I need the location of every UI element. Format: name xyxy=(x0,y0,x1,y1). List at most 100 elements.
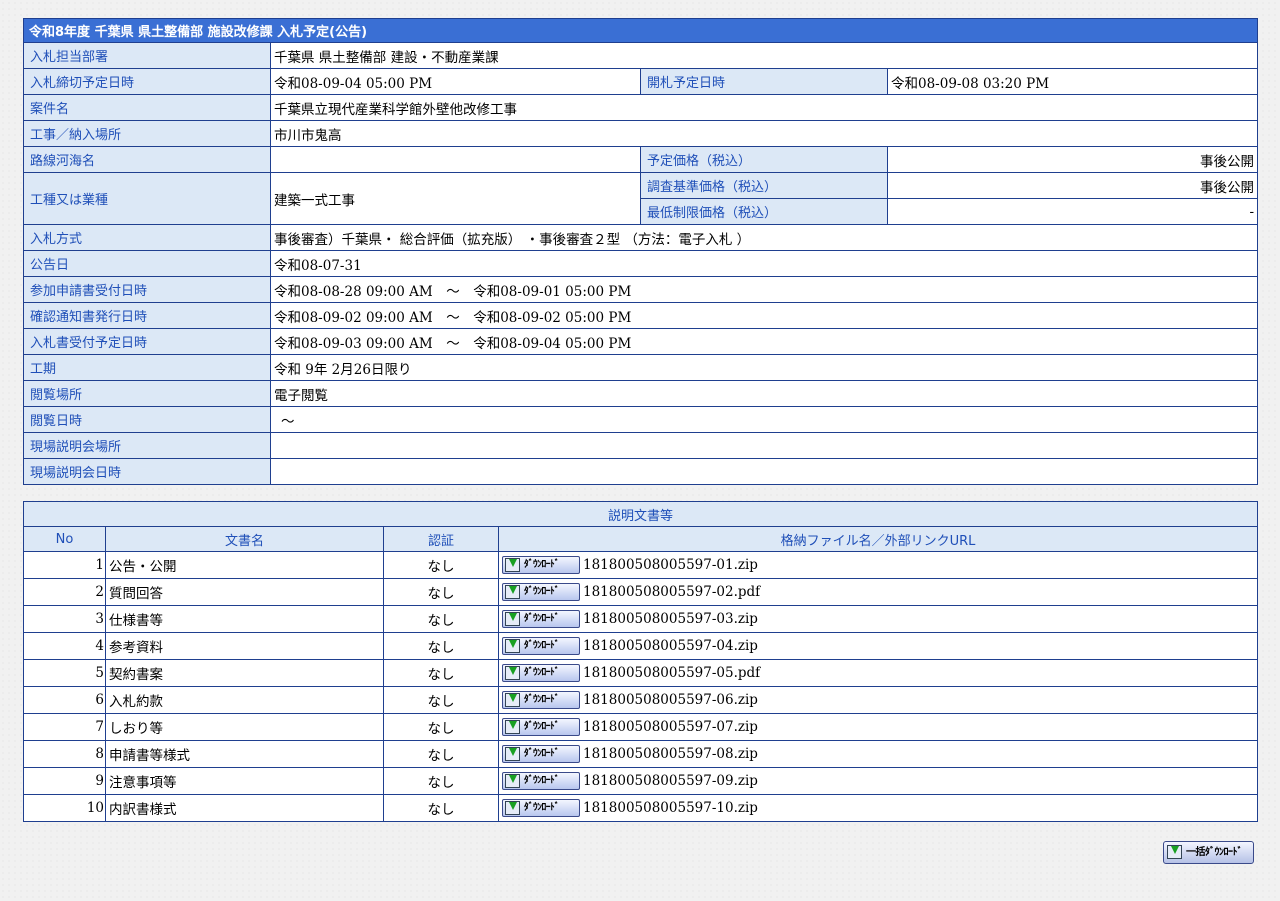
value-method: 事後審査）千葉県・ 総合評価（拡充版） ・事後審査２型 （方法：電子入札 ） xyxy=(269,224,1259,251)
download-arrow-icon xyxy=(505,558,520,572)
value-route xyxy=(270,146,641,173)
row-file-cell: ﾀﾞｳﾝﾛｰﾄﾞ 181800508005597-06.zip xyxy=(497,686,1259,714)
download-button[interactable]: ﾀﾞｳﾝﾛｰﾄﾞ xyxy=(502,664,580,682)
file-name: 181800508005597-10.zip xyxy=(583,800,758,816)
row-auth: なし xyxy=(383,551,499,579)
download-label: ﾀﾞｳﾝﾛｰﾄﾞ xyxy=(524,667,560,678)
table-row: 3 仕様書等 なし ﾀﾞｳﾝﾛｰﾄﾞ 181800508005597-03.zip xyxy=(23,605,1259,633)
value-briefing-time xyxy=(269,458,1259,485)
download-label: ﾀﾞｳﾝﾛｰﾄﾞ xyxy=(524,586,560,597)
download-button[interactable]: ﾀﾞｳﾝﾛｰﾄﾞ xyxy=(502,799,580,817)
download-label: ﾀﾞｳﾝﾛｰﾄﾞ xyxy=(524,775,560,786)
row-no: 4 xyxy=(23,632,106,660)
label-min-price: 最低制限価格（税込） xyxy=(640,198,888,225)
row-doc-name: 質問回答 xyxy=(105,578,384,606)
row-no: 6 xyxy=(23,686,106,714)
row-auth: なし xyxy=(383,794,499,822)
column-header-no: No xyxy=(23,526,106,552)
download-arrow-icon xyxy=(505,720,520,734)
row-doc-name: 申請書等様式 xyxy=(105,740,384,768)
row-auth: なし xyxy=(383,686,499,714)
download-button[interactable]: ﾀﾞｳﾝﾛｰﾄﾞ xyxy=(502,583,580,601)
bulk-download-button[interactable]: 一括ﾀﾞｳﾝﾛｰﾄﾞ xyxy=(1163,841,1254,864)
download-button[interactable]: ﾀﾞｳﾝﾛｰﾄﾞ xyxy=(502,772,580,790)
file-name: 181800508005597-02.pdf xyxy=(583,584,761,600)
file-name: 181800508005597-06.zip xyxy=(583,692,758,708)
download-label: ﾀﾞｳﾝﾛｰﾄﾞ xyxy=(524,748,560,759)
label-work-period: 工期 xyxy=(23,354,271,381)
label-route: 路線河海名 xyxy=(23,146,271,173)
row-doc-name: しおり等 xyxy=(105,713,384,741)
row-no: 7 xyxy=(23,713,106,741)
download-arrow-icon xyxy=(505,693,520,707)
label-view-time: 閲覧日時 xyxy=(23,406,271,433)
row-auth: なし xyxy=(383,578,499,606)
download-label: ﾀﾞｳﾝﾛｰﾄﾞ xyxy=(524,613,560,624)
label-location: 工事／納入場所 xyxy=(23,120,271,147)
file-name: 181800508005597-04.zip xyxy=(583,638,758,654)
row-doc-name: 参考資料 xyxy=(105,632,384,660)
download-arrow-icon xyxy=(1167,845,1182,859)
row-file-cell: ﾀﾞｳﾝﾛｰﾄﾞ 181800508005597-02.pdf xyxy=(497,578,1259,606)
value-work-period: 令和 9年 2月26日限り xyxy=(269,354,1259,381)
row-auth: なし xyxy=(383,740,499,768)
row-doc-name: 仕様書等 xyxy=(105,605,384,633)
row-file-cell: ﾀﾞｳﾝﾛｰﾄﾞ 181800508005597-05.pdf xyxy=(497,659,1259,687)
row-no: 9 xyxy=(23,767,106,795)
label-dept: 入札担当部署 xyxy=(23,42,271,69)
download-button[interactable]: ﾀﾞｳﾝﾛｰﾄﾞ xyxy=(502,718,580,736)
file-name: 181800508005597-01.zip xyxy=(583,557,758,573)
value-location: 市川市鬼高 xyxy=(269,120,1259,147)
download-arrow-icon xyxy=(505,639,520,653)
label-confirm-period: 確認通知書発行日時 xyxy=(23,302,271,329)
table-row: 2 質問回答 なし ﾀﾞｳﾝﾛｰﾄﾞ 181800508005597-02.pdf xyxy=(23,578,1259,606)
download-arrow-icon xyxy=(505,612,520,626)
file-name: 181800508005597-05.pdf xyxy=(583,665,761,681)
label-view-place: 閲覧場所 xyxy=(23,380,271,407)
value-planned-price: 事後公開 xyxy=(886,146,1259,173)
download-button[interactable]: ﾀﾞｳﾝﾛｰﾄﾞ xyxy=(502,610,580,628)
row-doc-name: 入札約款 xyxy=(105,686,384,714)
row-file-cell: ﾀﾞｳﾝﾛｰﾄﾞ 181800508005597-10.zip xyxy=(497,794,1259,822)
table-row: 7 しおり等 なし ﾀﾞｳﾝﾛｰﾄﾞ 181800508005597-07.zip xyxy=(23,713,1259,741)
table-row: 10 内訳書様式 なし ﾀﾞｳﾝﾛｰﾄﾞ 181800508005597-10.zip xyxy=(23,794,1259,822)
value-view-place: 電子閲覧 xyxy=(269,380,1259,407)
label-method: 入札方式 xyxy=(23,224,271,251)
value-view-time: ～ xyxy=(269,406,1259,433)
row-file-cell: ﾀﾞｳﾝﾛｰﾄﾞ 181800508005597-01.zip xyxy=(497,551,1259,579)
row-file-cell: ﾀﾞｳﾝﾛｰﾄﾞ 181800508005597-04.zip xyxy=(497,632,1259,660)
label-planned-price: 予定価格（税込） xyxy=(640,146,888,173)
download-button[interactable]: ﾀﾞｳﾝﾛｰﾄﾞ xyxy=(502,556,580,574)
row-file-cell: ﾀﾞｳﾝﾛｰﾄﾞ 181800508005597-03.zip xyxy=(497,605,1259,633)
download-arrow-icon xyxy=(505,747,520,761)
download-button[interactable]: ﾀﾞｳﾝﾛｰﾄﾞ xyxy=(502,637,580,655)
label-survey-price: 調査基準価格（税込） xyxy=(640,172,888,199)
file-name: 181800508005597-03.zip xyxy=(583,611,758,627)
value-bid-period: 令和08-09-03 09:00 AM ～ 令和08-09-04 05:00 P… xyxy=(269,328,1259,355)
download-button[interactable]: ﾀﾞｳﾝﾛｰﾄﾞ xyxy=(502,691,580,709)
value-briefing-place xyxy=(269,432,1259,459)
label-category: 工種又は業種 xyxy=(23,172,271,225)
bulk-download-label: 一括ﾀﾞｳﾝﾛｰﾄﾞ xyxy=(1186,847,1243,858)
download-label: ﾀﾞｳﾝﾛｰﾄﾞ xyxy=(524,694,560,705)
value-category: 建築一式工事 xyxy=(270,172,641,225)
column-header-name: 文書名 xyxy=(105,526,384,552)
download-label: ﾀﾞｳﾝﾛｰﾄﾞ xyxy=(524,721,560,732)
download-arrow-icon xyxy=(505,774,520,788)
download-button[interactable]: ﾀﾞｳﾝﾛｰﾄﾞ xyxy=(502,745,580,763)
value-announce-date: 令和08-07-31 xyxy=(269,250,1259,277)
row-doc-name: 公告・公開 xyxy=(105,551,384,579)
table-row: 1 公告・公開 なし ﾀﾞｳﾝﾛｰﾄﾞ 181800508005597-01.zip xyxy=(23,551,1259,579)
value-opening: 令和08-09-08 03:20 PM xyxy=(886,68,1259,95)
value-min-price: - xyxy=(886,198,1259,225)
documents-title: 説明文書等 xyxy=(22,501,1259,527)
row-no: 1 xyxy=(23,551,106,579)
value-deadline: 令和08-09-04 05:00 PM xyxy=(270,68,641,95)
value-confirm-period: 令和08-09-02 09:00 AM ～ 令和08-09-02 05:00 P… xyxy=(269,302,1259,329)
download-label: ﾀﾞｳﾝﾛｰﾄﾞ xyxy=(524,559,560,570)
download-label: ﾀﾞｳﾝﾛｰﾄﾞ xyxy=(524,802,560,813)
table-row: 6 入札約款 なし ﾀﾞｳﾝﾛｰﾄﾞ 181800508005597-06.zip xyxy=(23,686,1259,714)
row-file-cell: ﾀﾞｳﾝﾛｰﾄﾞ 181800508005597-08.zip xyxy=(497,740,1259,768)
value-project: 千葉県立現代産業科学館外壁他改修工事 xyxy=(269,94,1259,121)
column-header-file: 格納ファイル名／外部リンクURL xyxy=(497,526,1259,552)
